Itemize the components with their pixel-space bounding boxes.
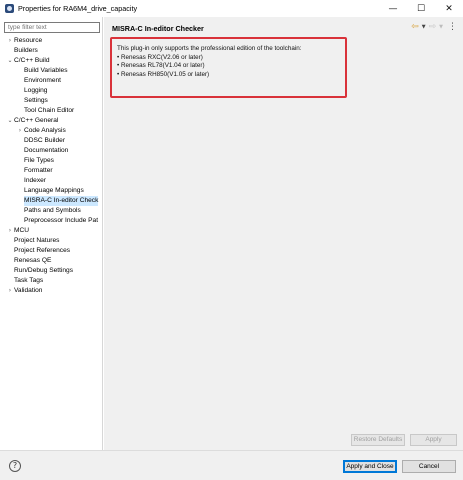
tree-item-label: Builders [14,47,38,54]
tree-item[interactable]: ⌄ C/C++ Build [0,56,103,66]
tree-item[interactable]: Paths and Symbols [0,206,103,216]
tree-item-label: C/C++ Build [14,57,50,64]
tree-item-label: Documentation [24,147,69,154]
tree-item-label: Tool Chain Editor [24,107,75,114]
help-icon[interactable]: ? [9,460,21,472]
tree-item-label: Task Tags [14,277,44,284]
close-button[interactable]: ✕ [435,0,463,17]
view-menu-icon[interactable]: ⋮ [448,22,457,32]
property-tree: › Resource Builders ⌄ C/C++ Build Build Varia… [0,36,103,296]
tree-item-label: Logging [24,87,48,94]
tree-item[interactable]: Indexer [0,176,103,186]
page-header: MISRA-C In-editor Checker ⇦ ▼ ⇨ ▼ ⋮ [104,17,463,37]
tree-item-label: Preprocessor Include Pat [24,217,99,224]
filter-input[interactable] [4,22,100,33]
tree-item[interactable]: Task Tags [0,276,103,286]
tree-item[interactable]: › MCU [0,226,103,236]
info-item-rh850: • Renesas RH850(V1.05 or later) [117,70,210,78]
tree-item[interactable]: Builders [0,46,103,56]
tree-item-label: Project References [14,247,71,254]
tree-item-label: Formatter [24,167,53,174]
dialog-footer: ? Apply and Close Cancel [0,450,463,480]
tree-item[interactable]: Run/Debug Settings [0,266,103,276]
restore-defaults-button[interactable]: Restore Defaults [351,434,405,446]
chevron-right-icon[interactable]: › [6,286,14,296]
page-navigation: ⇦ ▼ ⇨ ▼ ⋮ [411,22,457,32]
tree-item-label: Validation [14,287,43,294]
minimize-button[interactable]: — [379,0,407,17]
tree-item[interactable]: Settings [0,96,103,106]
tree-item[interactable]: Formatter [0,166,103,176]
tree-item-label: C/C++ General [14,117,59,124]
info-item-rxc: • Renesas RXC(V2.06 or later) [117,53,203,61]
tree-item-label: Project Natures [14,237,60,244]
tree-item[interactable]: DDSC Builder [0,136,103,146]
back-arrow-icon[interactable]: ⇦ [411,22,419,32]
tree-item-label: Resource [14,37,43,44]
chevron-right-icon[interactable]: › [6,226,14,236]
chevron-right-icon[interactable]: › [16,126,24,136]
tree-item[interactable]: › Resource [0,36,103,46]
sidebar: ›ResourceBuilders⌄C/C++ BuildBuild Varia… [0,17,103,450]
page-title: MISRA-C In-editor Checker [112,24,204,33]
apply-button[interactable]: Apply [410,434,457,446]
apply-and-close-button[interactable]: Apply and Close [343,460,397,473]
tree-item[interactable]: Build Variables [0,66,103,76]
app-icon [5,4,14,13]
tree-item[interactable]: Environment [0,76,103,86]
tree-item-label: Code Analysis [24,127,66,134]
tree-item-label: Run/Debug Settings [14,267,74,274]
info-text: This plug-in only supports the professio… [117,45,302,52]
tree-item[interactable]: › Code Analysis [0,126,103,136]
tree-item[interactable]: Logging [0,86,103,96]
chevron-right-icon[interactable]: › [6,36,14,46]
title-bar: Properties for RA6M4_drive_capacity — ☐ … [0,0,463,17]
tree-item-label: Language Mappings [24,187,84,194]
back-dropdown-icon[interactable]: ▼ [422,24,426,30]
tree-item-label: Settings [24,97,48,104]
tree-item[interactable]: File Types [0,156,103,166]
tree-item-label: Paths and Symbols [24,207,81,214]
tree-item[interactable]: Language Mappings [0,186,103,196]
forward-dropdown-icon[interactable]: ▼ [439,24,443,30]
tree-item[interactable]: › Validation [0,286,103,296]
chevron-down-icon[interactable]: ⌄ [6,56,14,66]
tree-item-label: MISRA-C In-editor Check [24,196,99,206]
cancel-button[interactable]: Cancel [402,460,456,473]
tree-item[interactable]: Tool Chain Editor [0,106,103,116]
tree-item[interactable]: ⌄ C/C++ General [0,116,103,126]
tree-item[interactable]: Project References [0,246,103,256]
tree-item-label: Indexer [24,177,46,184]
property-page: MISRA-C In-editor Checker ⇦ ▼ ⇨ ▼ ⋮ This… [104,17,463,450]
tree-item[interactable]: Documentation [0,146,103,156]
window-title: Properties for RA6M4_drive_capacity [18,4,138,13]
tree-item[interactable]: MISRA-C In-editor Check [0,196,103,206]
tree-item-label: DDSC Builder [24,137,66,144]
window-controls: — ☐ ✕ [379,0,463,17]
tree-item[interactable]: Project Natures [0,236,103,246]
tree-item-label: Build Variables [24,67,68,74]
chevron-down-icon[interactable]: ⌄ [6,116,14,126]
info-box: This plug-in only supports the professio… [110,37,347,98]
tree-item-label: MCU [14,227,30,234]
tree-item-label: File Types [24,157,54,164]
tree-item-label: Renesas QE [14,257,52,264]
tree-item-label: Environment [24,77,62,84]
forward-arrow-icon[interactable]: ⇨ [429,22,437,32]
maximize-button[interactable]: ☐ [407,0,435,17]
info-item-rl78: • Renesas RL78(V1.04 or later) [117,62,205,69]
tree-item[interactable]: Renesas QE [0,256,103,266]
tree-item[interactable]: Preprocessor Include Pat [0,216,103,226]
